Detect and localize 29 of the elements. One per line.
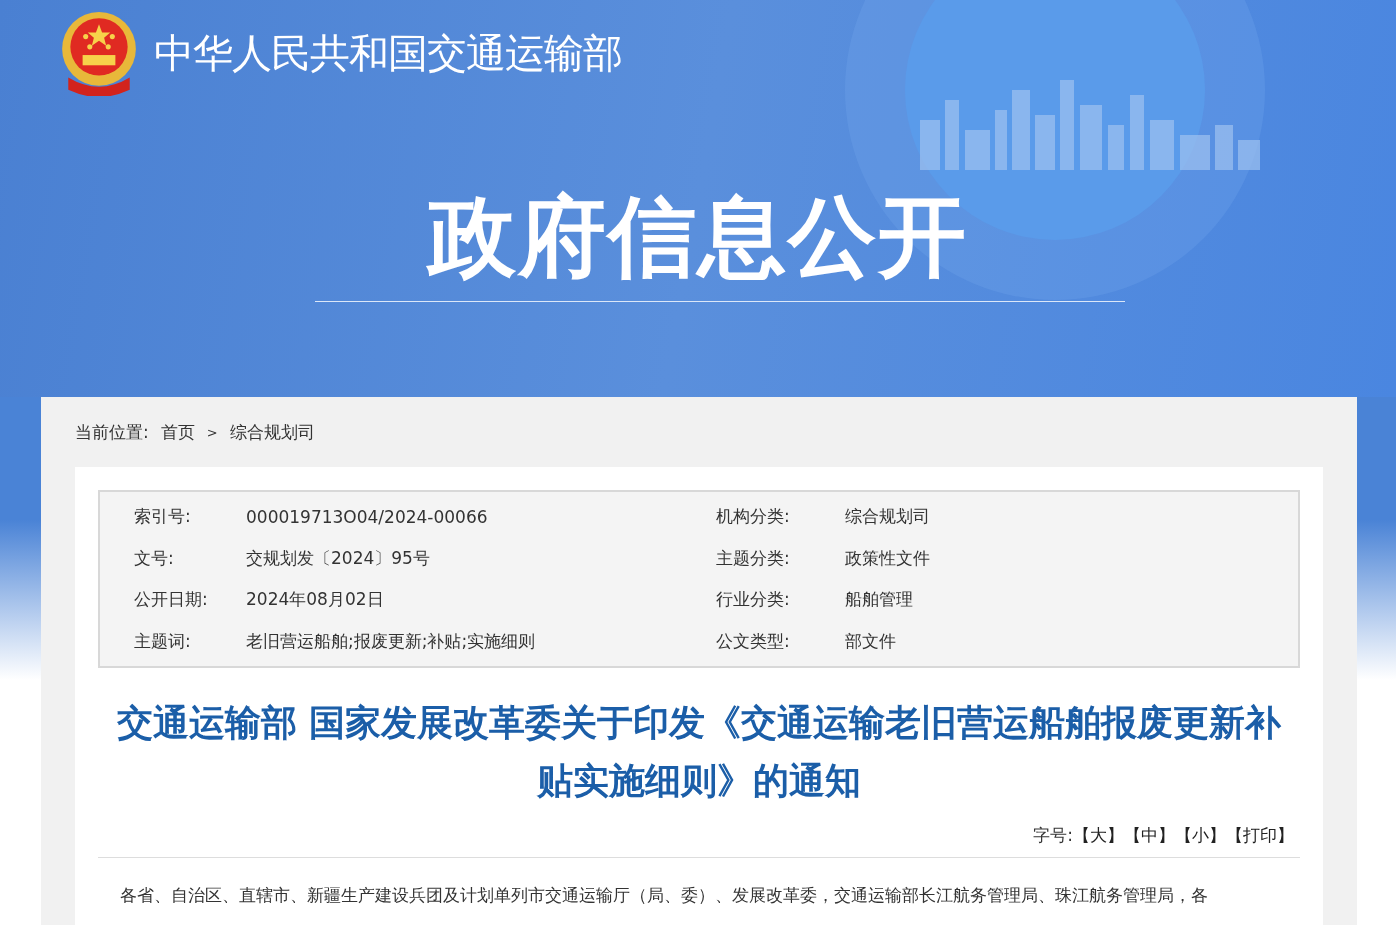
font-size-link[interactable]: 【中】 xyxy=(1124,824,1175,847)
metadata-value: 000019713O04/2024-00066 xyxy=(246,506,488,527)
article-paragraph: 各省、自治区、直辖市、新疆生产建设兵团及计划单列市交通运输厅（局、委）、发展改革委，交通运输部长江航务管理局、珠江航务管理局，各 xyxy=(120,884,1209,907)
metadata-value: 综合规划司 xyxy=(845,505,930,529)
breadcrumb-link[interactable]: 综合规划司 xyxy=(229,420,315,444)
metadata-label: 文号: xyxy=(133,546,175,570)
breadcrumb-label: 当前位置: xyxy=(75,420,149,444)
metadata-value: 2024年08月02日 xyxy=(246,588,384,612)
article-title: 交通运输部 国家发展改革委关于印发《交通运输老旧营运船舶报废更新补贴实施细则》的通知 xyxy=(115,701,1283,803)
font-size-link[interactable]: 【小】 xyxy=(1175,824,1226,847)
metadata-label: 索引号: xyxy=(133,505,192,529)
metadata-value: 船舶管理 xyxy=(845,588,913,612)
metadata-value: 政策性文件 xyxy=(845,546,930,570)
metadata-label: 行业分类: xyxy=(715,588,791,612)
breadcrumb-link[interactable]: 首页 xyxy=(160,420,195,444)
metadata-label: 主题分类: xyxy=(715,546,791,570)
banner-title: 政府信息公开 xyxy=(425,184,969,290)
metadata-label: 机构分类: xyxy=(715,505,791,529)
metadata-value: 交规划发〔2024〕95号 xyxy=(246,546,430,570)
metadata-label: 公文类型: xyxy=(715,629,791,653)
font-size-link[interactable]: 【打印】 xyxy=(1226,824,1294,847)
metadata-value: 部文件 xyxy=(845,629,896,653)
metadata-label: 主题词: xyxy=(133,629,192,653)
font-size-label: 字号: xyxy=(1033,824,1073,847)
metadata-value: 老旧营运船舶;报废更新;补贴;实施细则 xyxy=(246,629,536,653)
metadata-label: 公开日期: xyxy=(133,588,209,612)
font-size-link[interactable]: 【大】 xyxy=(1073,824,1124,847)
ministry-name: 中华人民共和国交通运输部 xyxy=(154,28,622,78)
breadcrumb-separator: > xyxy=(206,424,218,440)
